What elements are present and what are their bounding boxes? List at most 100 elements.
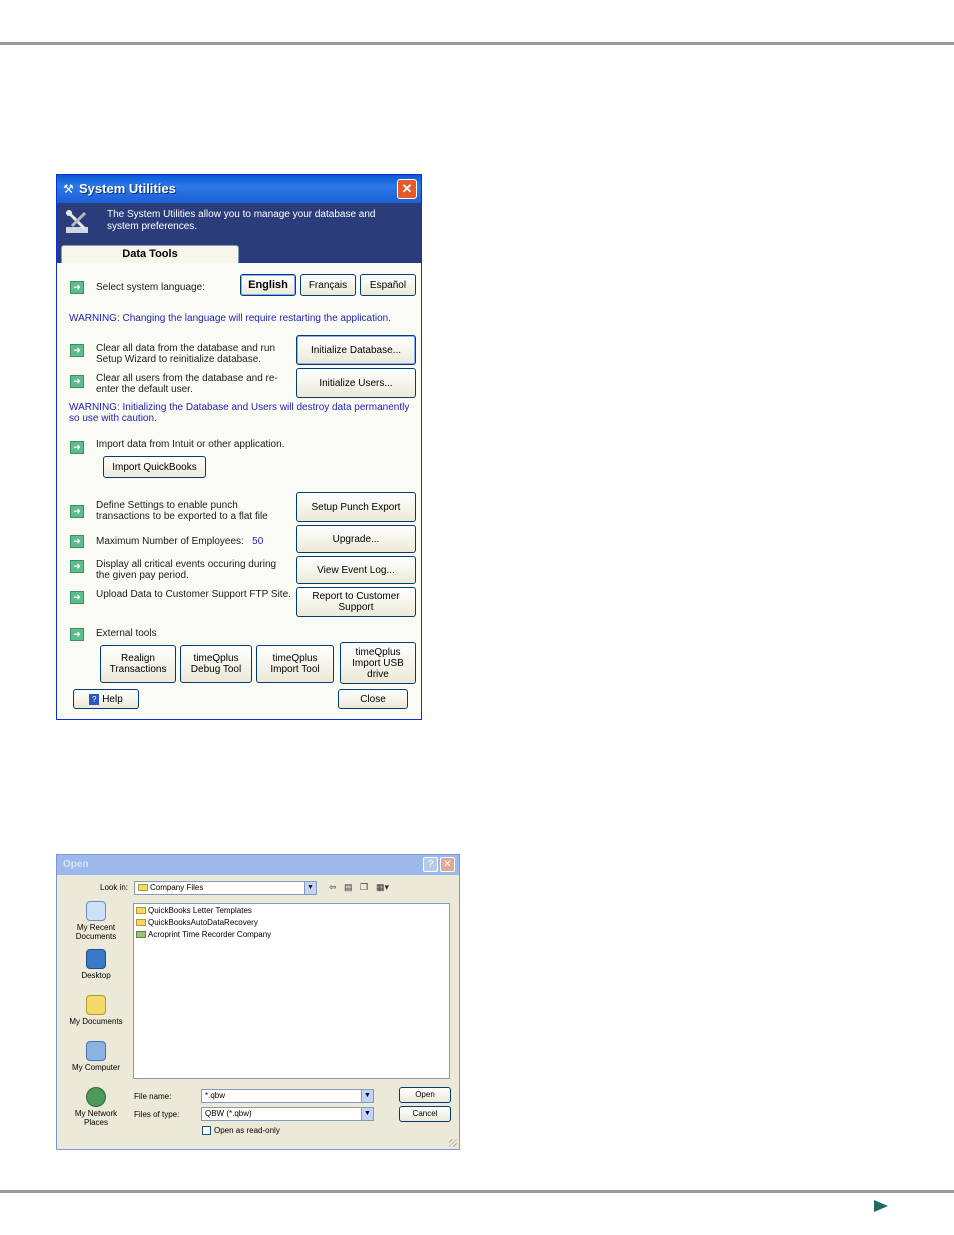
system-utilities-window: ⚒ System Utilities ✕ The System Utilitie… [56,174,422,720]
file-name-label: File name: [134,1092,172,1101]
company-file-icon [136,931,146,939]
cancel-button[interactable]: Cancel [399,1106,451,1122]
place-my-computer[interactable]: My Computer [63,1041,129,1072]
look-in-dropdown[interactable]: Company Files ▼ [134,881,317,895]
look-in-label: Look in: [100,883,129,892]
place-my-recent-documents[interactable]: My Recent Documents [63,901,129,941]
file-name-value: *.qbw [205,1091,226,1100]
look-in-value: Company Files [150,883,204,892]
back-icon[interactable]: ⇦ [329,882,337,893]
list-item[interactable]: Acroprint Time Recorder Company [136,930,271,940]
recent-documents-icon [86,901,106,921]
my-computer-icon [86,1041,106,1061]
clear-users-text: Clear all users from the database and re… [96,373,278,395]
english-button[interactable]: English [240,274,296,296]
file-name: QuickBooks Letter Templates [148,906,252,915]
place-desktop[interactable]: Desktop [63,949,129,980]
import-text: Import data from Intuit or other applica… [96,439,285,450]
place-my-network-places[interactable]: My Network Places [63,1087,129,1127]
open-file-dialog: Open ? ✕ Look in: Company Files ▼ ⇦ ▤ ❒ … [56,854,460,1150]
banner-description: The System Utilities allow you to manage… [107,209,376,232]
up-folder-icon[interactable]: ▤ [344,882,353,893]
import-quickbooks-button[interactable]: Import QuickBooks [103,456,206,478]
dialog-title: Open [63,859,89,870]
place-label: Desktop [81,971,111,980]
tab-data-tools[interactable]: Data Tools [61,245,239,263]
arrow-right-icon: ➜ [70,281,84,294]
upload-text: Upload Data to Customer Support FTP Site… [96,589,291,600]
import-tool-button[interactable]: timeQplus Import Tool [256,645,334,683]
title-bar[interactable]: ⚒ System Utilities ✕ [57,175,421,203]
my-documents-icon [86,995,106,1015]
file-name: QuickBooksAutoDataRecovery [148,918,258,927]
read-only-checkbox[interactable] [202,1126,211,1135]
file-name-input[interactable]: *.qbw ▼ [201,1089,374,1103]
new-folder-icon[interactable]: ❒ [360,882,368,893]
arrow-right-icon: ➜ [70,591,84,604]
close-icon[interactable]: ✕ [397,179,417,199]
external-tools-label: External tools [96,628,157,639]
place-my-documents[interactable]: My Documents [63,995,129,1026]
top-rule [0,42,954,45]
max-employees-label: Maximum Number of Employees: 50 [96,536,263,547]
next-page-arrow-icon[interactable] [874,1200,888,1212]
clear-data-text: Clear all data from the database and run… [96,343,275,365]
language-label: Select system language: [96,282,205,293]
files-of-type-value: QBW (*.qbw) [205,1109,252,1118]
arrow-right-icon: ➜ [70,560,84,573]
files-of-type-dropdown[interactable]: QBW (*.qbw) ▼ [201,1107,374,1121]
wrench-screwdriver-icon [66,210,88,233]
language-warning: WARNING: Changing the language will requ… [69,313,392,324]
open-button[interactable]: Open [399,1087,451,1103]
initialize-warning: WARNING: Initializing the Database and U… [69,402,410,424]
initialize-users-button[interactable]: Initialize Users... [296,368,416,398]
network-places-icon [86,1087,106,1107]
chevron-down-icon[interactable]: ▼ [304,882,316,894]
close-icon[interactable]: ✕ [440,857,455,872]
initialize-database-button[interactable]: Initialize Database... [296,335,416,365]
french-button[interactable]: Français [300,274,356,296]
place-label: My Documents [69,1017,123,1026]
bottom-rule [0,1190,954,1193]
help-button[interactable]: ? Help [73,689,139,709]
realign-transactions-button[interactable]: Realign Transactions [100,645,176,683]
help-icon[interactable]: ? [423,857,438,872]
max-employees-text: Maximum Number of Employees: [96,536,244,547]
title-bar[interactable]: Open ? ✕ [57,855,459,875]
debug-tool-button[interactable]: timeQplus Debug Tool [180,645,252,683]
file-list: QuickBooks Letter Templates QuickBooksAu… [133,903,450,1079]
desktop-icon [86,949,106,969]
report-to-customer-support-button[interactable]: Report to Customer Support [296,587,416,617]
resize-grip[interactable] [449,1139,457,1147]
help-icon: ? [89,693,100,705]
folder-icon [136,919,146,927]
arrow-right-icon: ➜ [70,344,84,357]
max-employees-value: 50 [252,536,264,547]
punch-export-text: Define Settings to enable punch transact… [96,500,268,522]
view-menu-icon[interactable]: ▦▾ [376,882,389,893]
folder-icon [138,884,148,892]
file-name: Acroprint Time Recorder Company [148,930,272,939]
import-usb-drive-button[interactable]: timeQplus Import USB drive [340,642,416,684]
window-title: System Utilities [79,181,176,196]
arrow-right-icon: ➜ [70,628,84,641]
data-tools-panel: ➜ Select system language: English França… [57,263,421,719]
event-log-text: Display all critical events occuring dur… [96,559,277,581]
place-label: My Recent Documents [75,923,117,941]
help-button-label: Help [102,693,123,705]
arrow-right-icon: ➜ [70,505,84,518]
arrow-right-icon: ➜ [70,441,84,454]
spanish-button[interactable]: Español [360,274,416,296]
setup-punch-export-button[interactable]: Setup Punch Export [296,492,416,522]
upgrade-button[interactable]: Upgrade... [296,525,416,553]
close-button[interactable]: Close [338,689,408,709]
chevron-down-icon[interactable]: ▼ [361,1090,373,1102]
view-event-log-button[interactable]: View Event Log... [296,556,416,584]
place-label: My Computer [71,1063,120,1072]
chevron-down-icon[interactable]: ▼ [361,1108,373,1120]
list-item[interactable]: QuickBooksAutoDataRecovery [136,918,258,928]
read-only-label: Open as read-only [214,1126,280,1135]
arrow-right-icon: ➜ [70,375,84,388]
folder-icon [136,907,146,915]
list-item[interactable]: QuickBooks Letter Templates [136,906,252,916]
